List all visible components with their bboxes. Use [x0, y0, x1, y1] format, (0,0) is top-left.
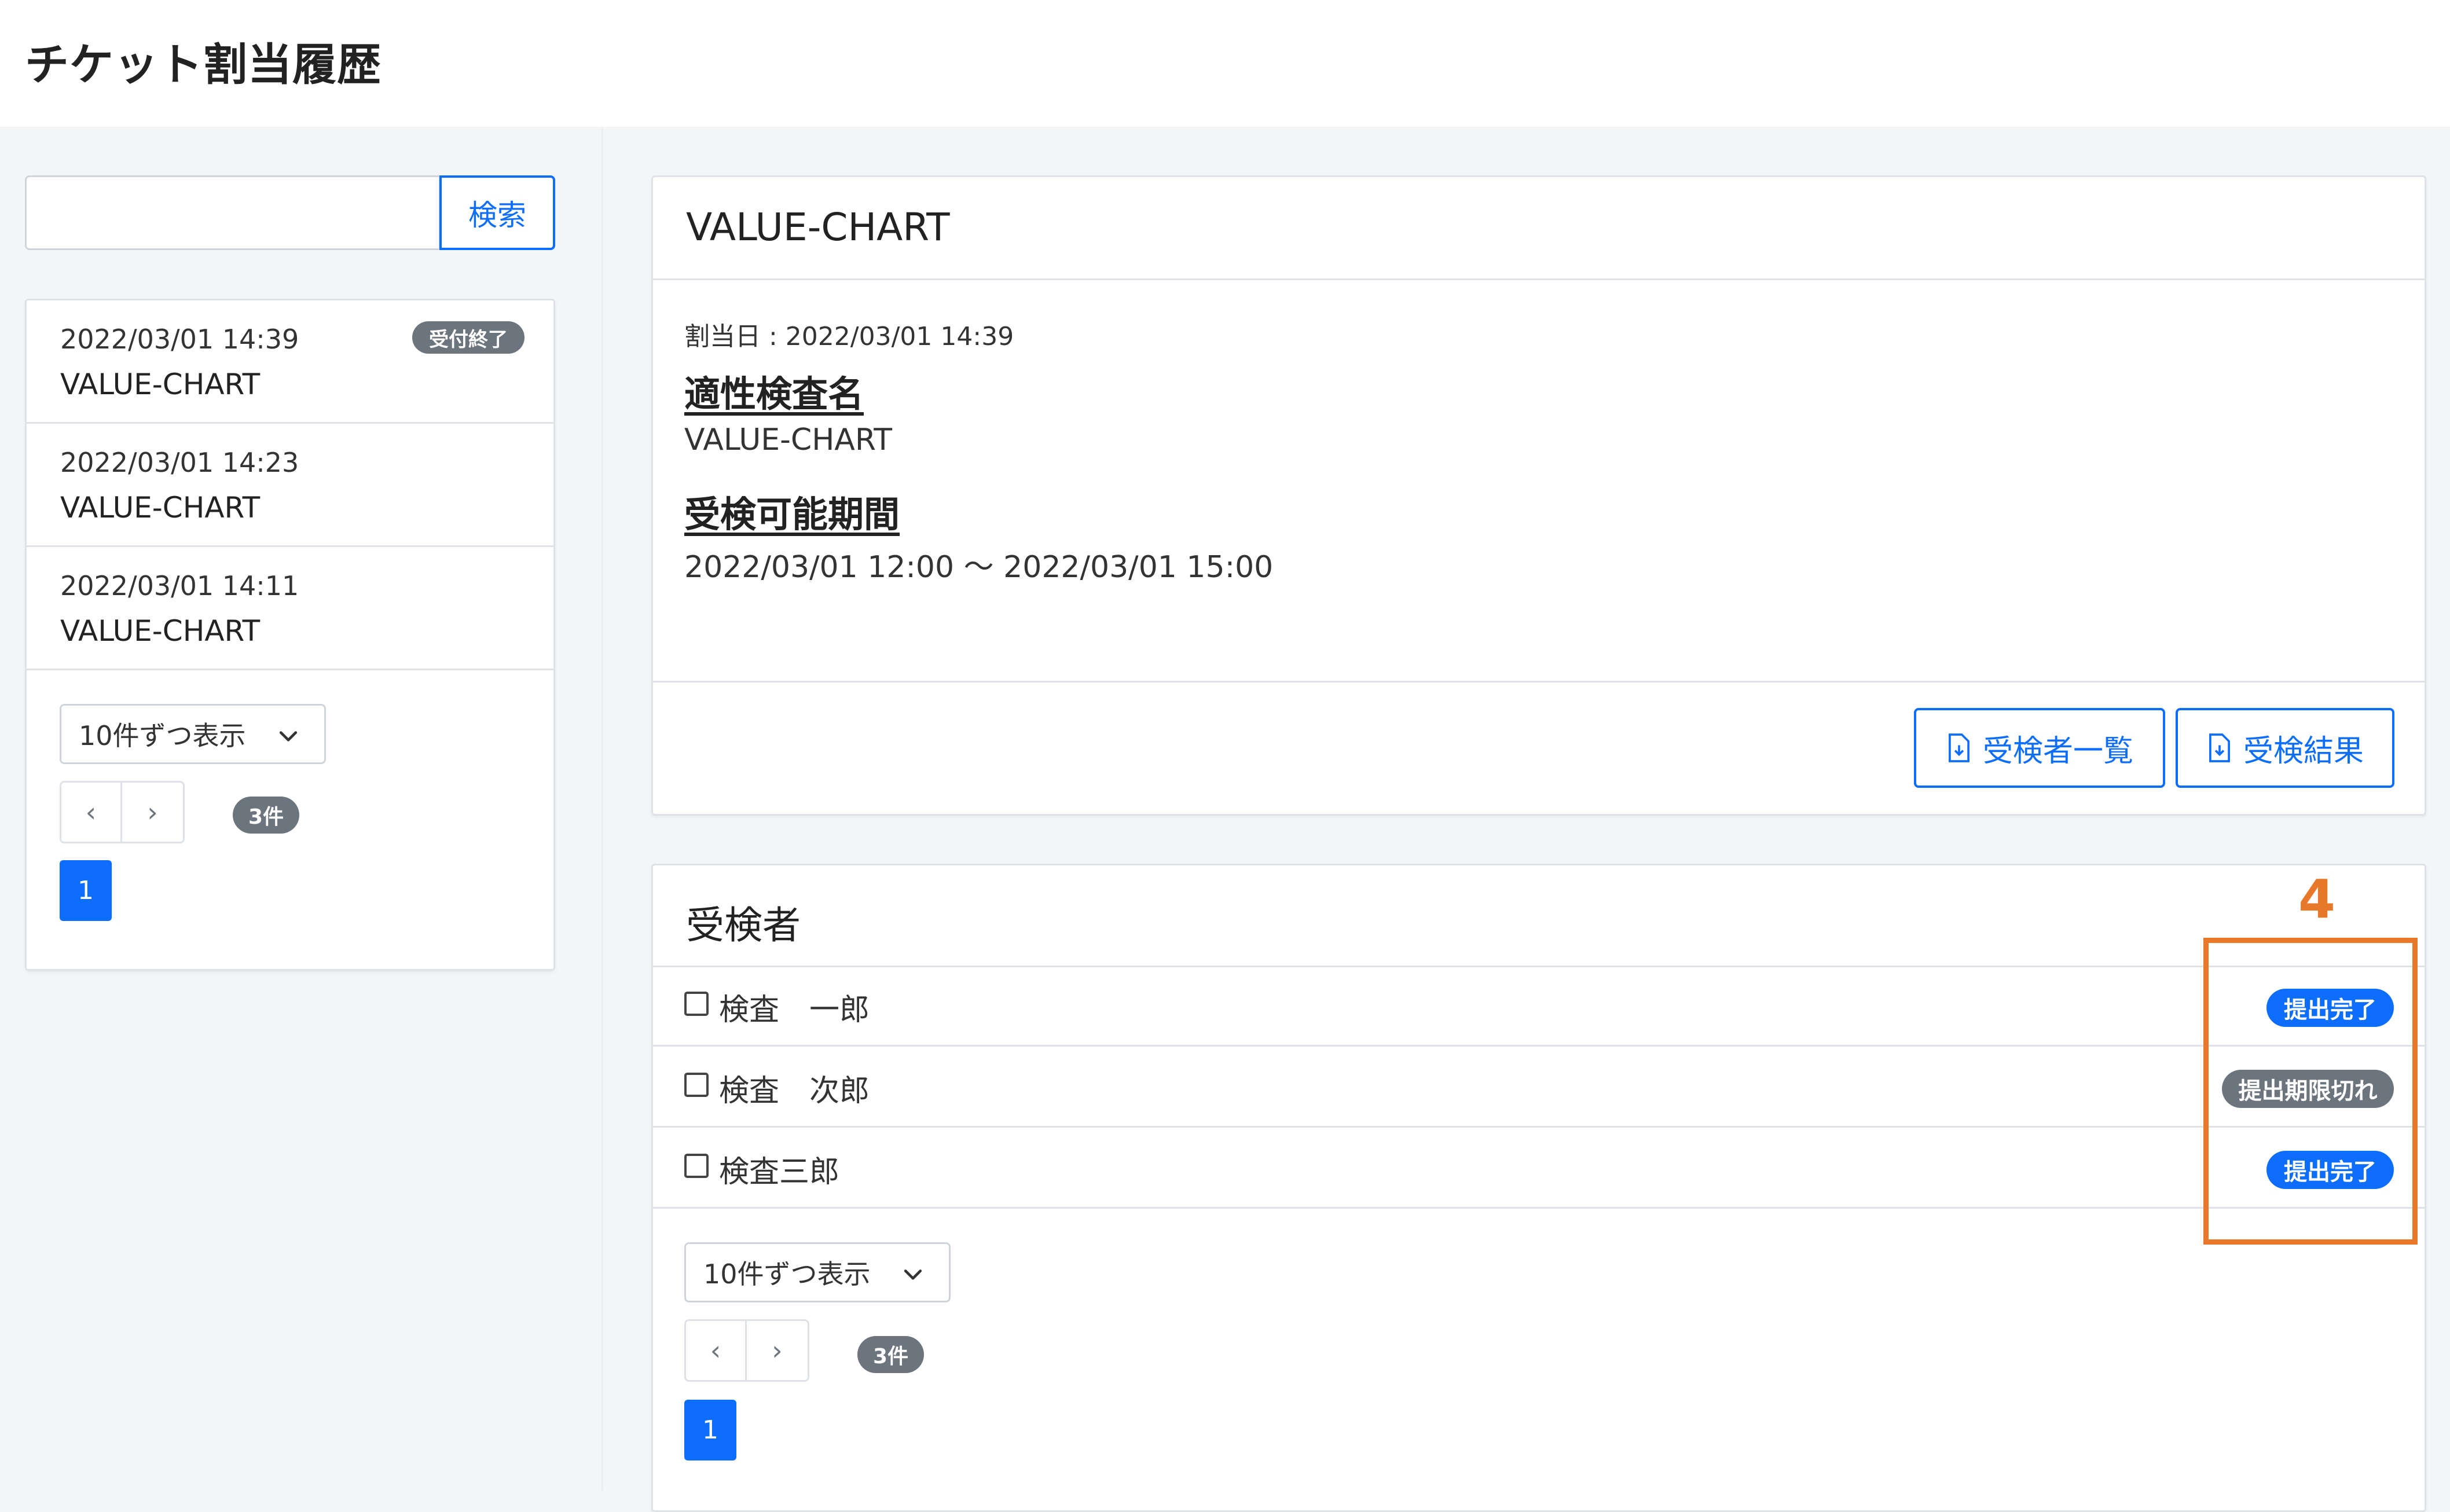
examinees-card-header: 受検者 — [653, 865, 2425, 967]
result-button[interactable]: 受検結果 — [2176, 708, 2394, 788]
history-panel: 2022/03/01 14:39 VALUE-CHART 受付終了 2022/0… — [25, 299, 555, 971]
page-1-button[interactable]: 1 — [60, 860, 112, 921]
examinee-checkbox[interactable] — [684, 1154, 709, 1178]
exam-name-heading: 適性検査名 — [684, 373, 864, 415]
annotation-box — [2203, 938, 2418, 1245]
examinee-row[interactable]: 検査三郎 提出完了 — [653, 1128, 2425, 1209]
history-item[interactable]: 2022/03/01 14:23 VALUE-CHART — [27, 424, 553, 547]
examinee-row[interactable]: 検査 一郎 提出完了 — [653, 966, 2425, 1047]
exam-name-value: VALUE-CHART — [684, 423, 892, 457]
page-1-button[interactable]: 1 — [684, 1400, 736, 1460]
count-badge: 3件 — [233, 797, 299, 834]
examinee-name: 検査三郎 — [719, 1155, 840, 1190]
pager-prev-button[interactable]: ‹ — [60, 781, 122, 843]
page-title: チケット割当履歴 — [25, 39, 382, 90]
search-button[interactable]: 検索 — [439, 175, 555, 250]
examinee-checkbox[interactable] — [684, 992, 709, 1016]
examinee-row[interactable]: 検査 次郎 提出期限切れ — [653, 1047, 2425, 1128]
chevron-down-icon — [279, 731, 298, 742]
annotation-number: 4 — [2298, 868, 2336, 930]
history-item-date: 2022/03/01 14:39 — [60, 324, 299, 355]
page-size-label: 10件ずつ表示 — [79, 720, 246, 751]
examinee-list-label: 受検者一覧 — [1982, 733, 2133, 769]
examinee-name: 検査 次郎 — [719, 1074, 870, 1109]
top-bar: チケット割当履歴 — [0, 0, 2450, 127]
pager-next-button[interactable]: › — [122, 781, 185, 843]
page-size-select[interactable]: 10件ずつ表示 — [60, 704, 326, 764]
pager-next-button[interactable]: › — [747, 1319, 809, 1382]
history-item-name: VALUE-CHART — [60, 614, 261, 648]
search-input[interactable] — [25, 175, 441, 250]
chevron-down-icon — [904, 1269, 922, 1280]
detail-card-footer-divider — [653, 681, 2425, 682]
history-item[interactable]: 2022/03/01 14:39 VALUE-CHART 受付終了 — [27, 300, 553, 424]
history-item-date: 2022/03/01 14:23 — [60, 447, 299, 478]
file-download-icon — [2209, 733, 2230, 762]
history-item-name: VALUE-CHART — [60, 491, 261, 524]
examinees-title: 受検者 — [686, 903, 801, 948]
status-badge: 受付終了 — [412, 321, 525, 354]
history-item-name: VALUE-CHART — [60, 368, 261, 401]
examinee-checkbox[interactable] — [684, 1073, 709, 1097]
assigned-date: 割当日 : 2022/03/01 14:39 — [684, 322, 1014, 351]
detail-title: VALUE-CHART — [686, 205, 950, 249]
examinees-page-size-select[interactable]: 10件ずつ表示 — [684, 1242, 951, 1302]
result-label: 受検結果 — [2243, 733, 2364, 769]
period-heading: 受検可能期間 — [684, 493, 900, 535]
page-size-label: 10件ずつ表示 — [703, 1258, 871, 1290]
period-value: 2022/03/01 12:00 〜 2022/03/01 15:00 — [684, 550, 1274, 585]
count-badge: 3件 — [857, 1336, 924, 1373]
history-item-date: 2022/03/01 14:11 — [60, 570, 299, 601]
file-download-icon — [1949, 733, 1969, 762]
history-item[interactable]: 2022/03/01 14:11 VALUE-CHART — [27, 547, 553, 670]
examinee-list-button[interactable]: 受検者一覧 — [1914, 708, 2165, 788]
pager-prev-button[interactable]: ‹ — [684, 1319, 747, 1382]
examinee-name: 検査 一郎 — [719, 993, 870, 1027]
detail-card-header: VALUE-CHART — [653, 177, 2425, 280]
